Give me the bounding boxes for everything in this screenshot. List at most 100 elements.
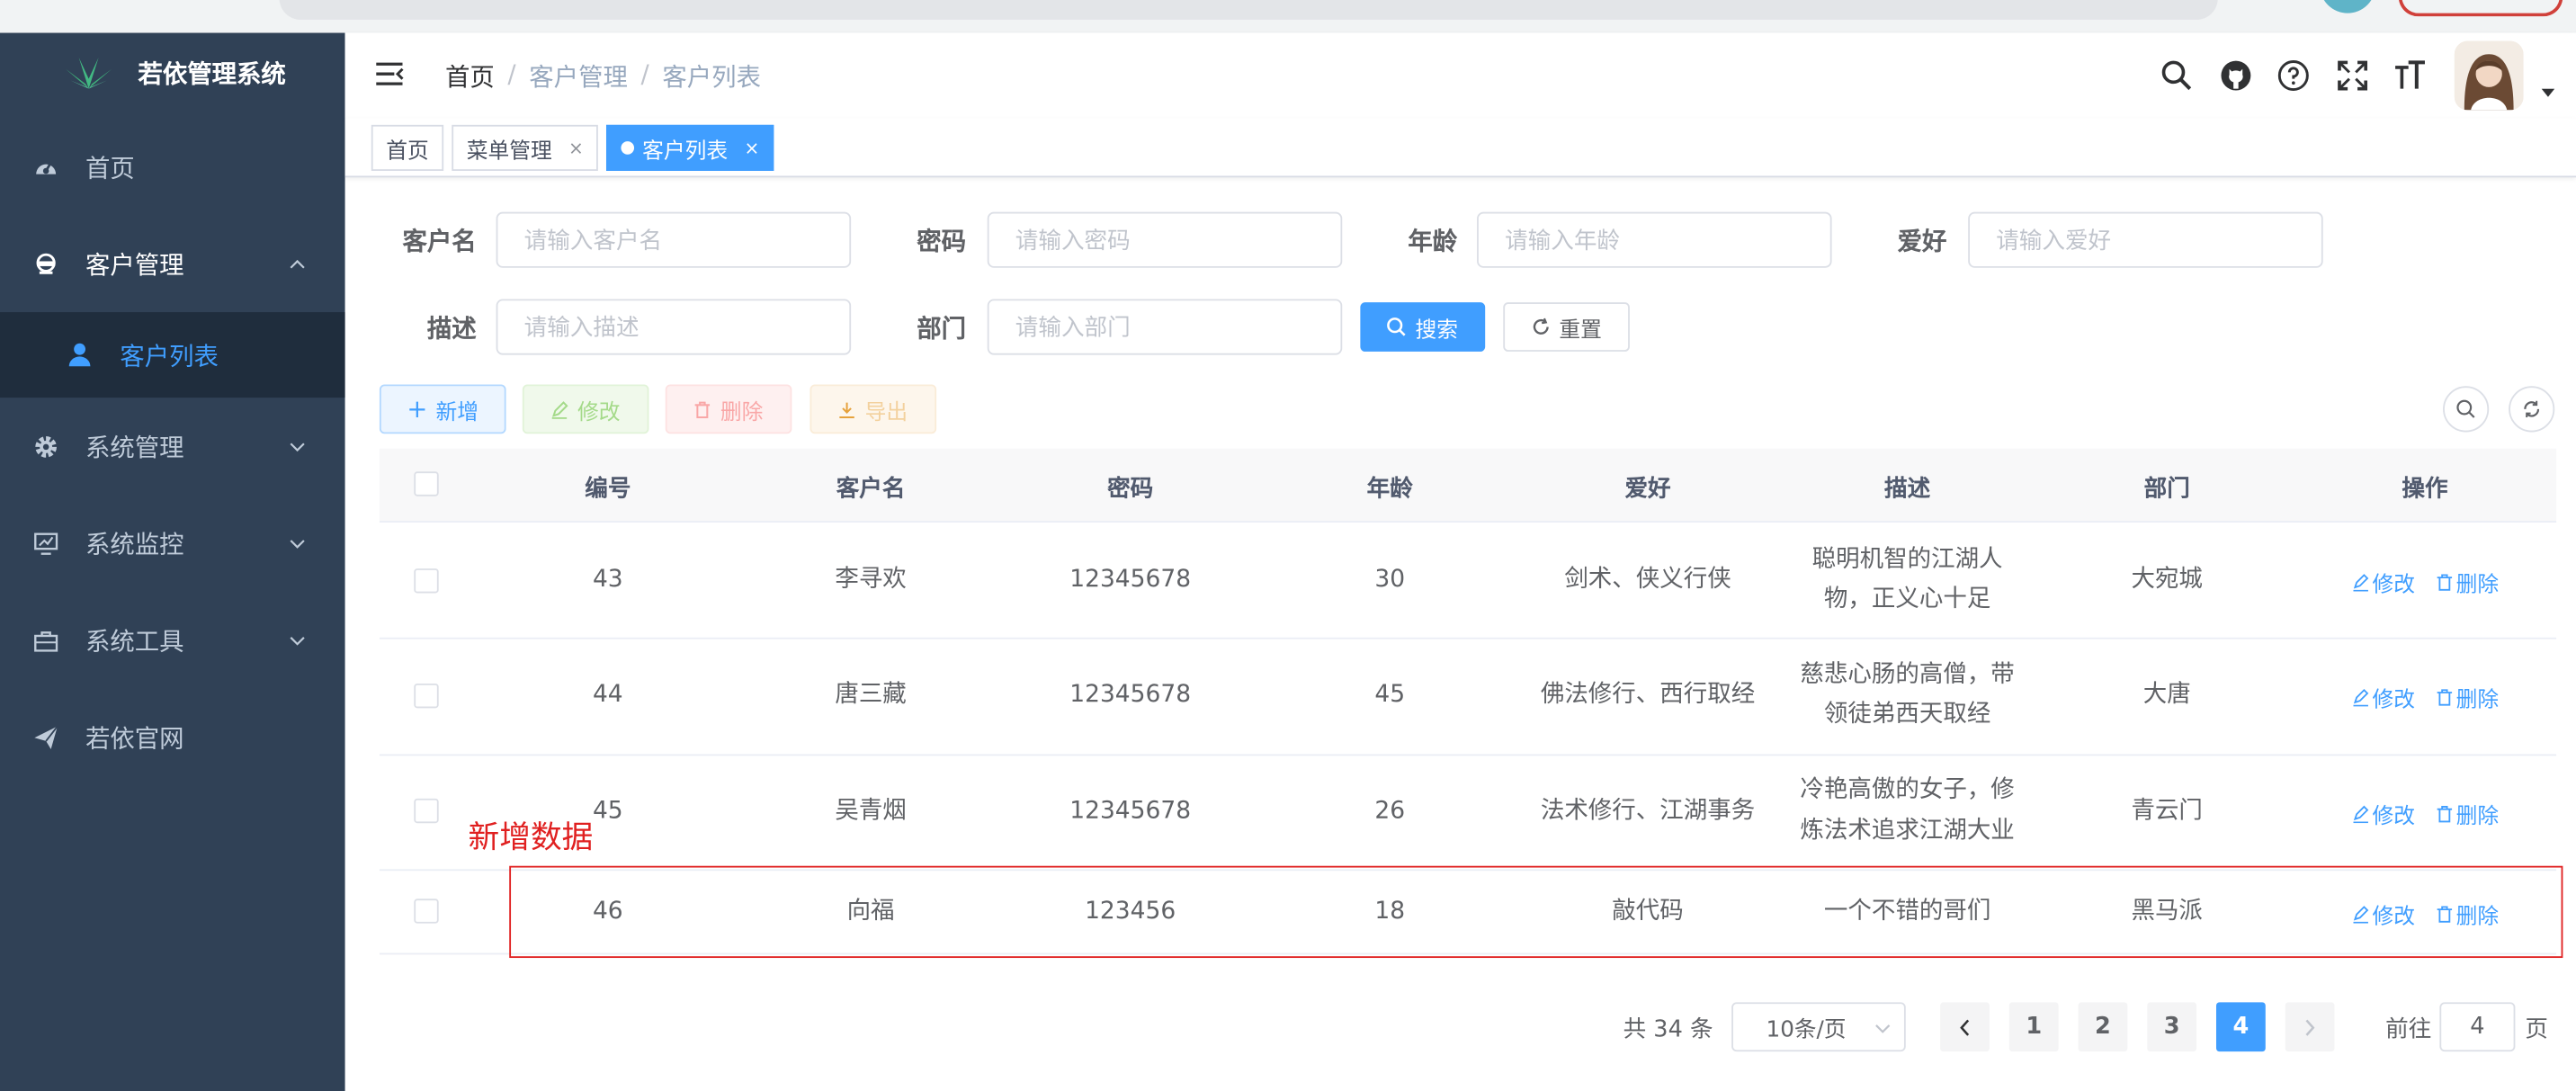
reset-button[interactable]: 重置 [1503,302,1630,352]
edit-button[interactable]: 修改 [522,384,649,434]
tag-home[interactable]: 首页 [371,124,444,171]
cell-hobby: 佛法修行、西行取经 [1540,682,1756,709]
row-checkbox[interactable] [414,899,439,924]
row-checkbox[interactable] [414,798,439,824]
cell-name: 吴青烟 [835,798,907,826]
cell-age: 45 [1374,682,1406,709]
hamburger-icon[interactable] [374,61,404,87]
sidebar-item-system-tools[interactable]: 系统工具 [0,592,345,689]
tag-menu-management[interactable]: 菜单管理 × [452,124,599,171]
cell-description-line: 聪明机智的江湖人 [1811,547,2003,574]
search-icon[interactable] [2160,59,2194,93]
prev-page-button[interactable] [1940,1002,1990,1052]
breadcrumb-separator: / [640,58,649,89]
form-label-department: 部门 [917,313,967,344]
form-label-hobby: 爱好 [1897,227,1947,256]
github-icon[interactable] [2220,59,2253,93]
trash-icon [2437,805,2453,823]
age-input[interactable]: 请输入年龄 [1477,211,1832,268]
sidebar-item-customer-list[interactable]: 客户列表 [0,312,345,398]
trash-icon [694,400,712,418]
edit-link-label: 修改 [2372,805,2416,830]
cell-name: 唐三藏 [835,682,907,709]
customer-name-input[interactable]: 请输入客户名 [496,211,852,268]
row-edit-link[interactable]: 修改 [2353,799,2415,830]
close-icon[interactable]: × [568,138,584,159]
cell-hobby: 法术修行、江湖事务 [1540,798,1756,826]
row-delete-link[interactable]: 删除 [2437,567,2499,598]
font-size-icon[interactable] [2393,59,2427,93]
cell-id: 44 [592,682,623,709]
reset-button-label: 重置 [1559,317,1602,343]
breadcrumb-item-home[interactable]: 首页 [445,59,495,94]
sidebar-item-system-management[interactable]: 系统管理 [0,398,345,495]
input-placeholder: 请输入爱好 [1996,228,2112,255]
sidebar-item-customer-management[interactable]: 客户管理 [0,215,345,312]
page-button[interactable]: 1 [2008,1002,2059,1052]
edit-icon [551,400,569,418]
download-icon [838,400,856,418]
user-avatar[interactable] [2454,40,2524,111]
add-button[interactable]: + 新增 [379,384,506,434]
question-icon[interactable] [2277,59,2311,93]
caret-down-icon[interactable] [2541,88,2555,99]
description-input[interactable]: 请输入描述 [496,299,852,355]
tag-label: 客户列表 [642,139,729,164]
fullscreen-icon[interactable] [2336,59,2369,93]
delete-button[interactable]: 删除 [665,384,792,434]
tag-customer-list[interactable]: 客户列表 × [605,124,774,171]
sidebar-item-home[interactable]: 首页 [0,119,345,216]
cell-age: 30 [1374,567,1406,594]
row-edit-link[interactable]: 修改 [2353,682,2415,713]
page-button[interactable]: 2 [2078,1002,2128,1052]
logo-icon [62,52,114,92]
breadcrumb-item-customer-management: 客户管理 [529,62,628,93]
sidebar: 若依管理系统 首页 客户管理 客户列表 系统管理 系统监控 系统工具 若依官网 [0,32,345,1091]
chevron-down-icon [289,631,305,648]
refresh-button[interactable] [2509,386,2555,433]
cell-password: 12345678 [1069,682,1192,709]
search-icon [1387,317,1407,337]
browser-address-bar[interactable] [279,0,2218,20]
refresh-icon [1531,317,1551,337]
hobby-input[interactable]: 请输入爱好 [1968,211,2323,268]
password-input[interactable]: 请输入密码 [987,211,1343,268]
search-button[interactable]: 搜索 [1360,302,1486,352]
page-size-select[interactable]: 10条/页 [1731,1002,1906,1052]
row-edit-link[interactable]: 修改 [2353,567,2415,598]
sidebar-item-label: 首页 [85,152,135,183]
row-checkbox[interactable] [414,568,439,594]
close-icon[interactable]: × [744,138,759,159]
app-logo[interactable]: 若依管理系统 [62,52,286,92]
plus-icon: + [407,394,428,425]
dashboard-icon [33,154,59,180]
annotation-highlight-box [509,865,2563,959]
goto-page-input[interactable]: 4 [2439,1002,2516,1052]
browser-profile-avatar[interactable] [2320,0,2376,13]
select-all-checkbox[interactable] [414,471,439,496]
cell-name: 李寻欢 [835,567,907,594]
sidebar-item-label: 客户列表 [120,341,219,371]
page-button[interactable]: 3 [2147,1002,2197,1052]
sidebar-item-system-monitor[interactable]: 系统监控 [0,495,345,592]
row-checkbox[interactable] [414,683,439,709]
row-delete-link[interactable]: 删除 [2437,682,2499,713]
sidebar-item-ruoyi-website[interactable]: 若依官网 [0,688,345,785]
breadcrumb-item-customer-list: 客户列表 [662,62,761,93]
toggle-search-button[interactable] [2443,386,2490,433]
gear-icon [33,433,59,459]
sidebar-item-label: 系统监控 [85,529,184,559]
department-input[interactable]: 请输入部门 [987,299,1343,355]
export-button[interactable]: 导出 [809,384,937,434]
input-placeholder: 请输入客户名 [523,228,663,255]
input-placeholder: 请输入密码 [1015,228,1131,255]
form-label-age: 年龄 [1408,227,1458,256]
browser-top-strip [0,0,2576,33]
page-button-active[interactable]: 4 [2215,1002,2266,1052]
row-delete-link[interactable]: 删除 [2437,799,2499,830]
column-header-age: 年龄 [1366,476,1413,504]
edit-link-label: 修改 [2372,688,2416,713]
browser-action-button[interactable] [2398,0,2563,17]
column-header-id: 编号 [585,476,631,504]
next-page-button[interactable] [2285,1002,2335,1052]
